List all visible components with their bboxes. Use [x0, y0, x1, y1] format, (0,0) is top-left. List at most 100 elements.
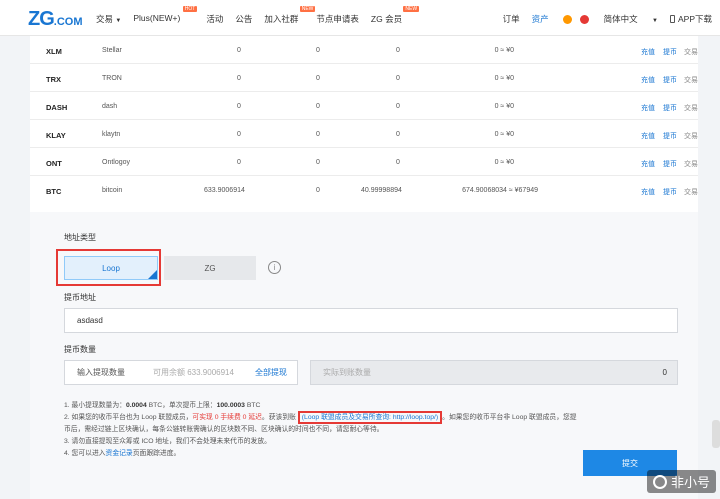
withdraw-link[interactable]: 提币 — [663, 187, 677, 197]
locked-balance: 0 — [396, 103, 400, 110]
orders-link[interactable]: 订单 — [503, 13, 520, 25]
trade-link[interactable]: 交易 — [684, 47, 698, 57]
withdraw-link[interactable]: 提币 — [663, 47, 677, 57]
trade-link[interactable]: 交易 — [684, 187, 698, 197]
note-3: 3. 请勿直接提现至众筹或 ICO 地址，我们不会处理未来代币的发放。 — [64, 438, 271, 445]
app-download-link[interactable]: APP下载 — [678, 13, 712, 25]
coin-symbol: BTC — [46, 187, 62, 196]
note-text: 。获该到账 — [261, 414, 298, 421]
coin-name: klaytn — [102, 131, 121, 138]
fund-records-link[interactable]: 资金记录 — [106, 450, 133, 457]
coin-name: dash — [102, 103, 118, 110]
coin-name: Stellar — [102, 47, 122, 54]
address-input[interactable]: asdasd — [64, 308, 678, 333]
trade-link[interactable]: 交易 — [684, 103, 698, 113]
coin-symbol: DASH — [46, 103, 68, 112]
locked-balance: 0 — [396, 159, 400, 166]
main-nav: 交易 ▼ Plus(NEW+) HOT 活动 公告 加入社群 NEW 节点申请表 Z… — [96, 6, 420, 25]
tab-zg-label: ZG — [204, 263, 216, 273]
address-label: 提币地址 — [64, 293, 96, 302]
nav-membership[interactable]: ZG 会员 NEW — [370, 6, 420, 25]
frozen-balance: 0 — [316, 187, 320, 194]
note-text: 1. 最小提现数量为： — [64, 402, 126, 409]
deposit-link[interactable]: 充值 — [641, 131, 655, 141]
top-navbar: ZG.COM 交易 ▼ Plus(NEW+) HOT 活动 公告 加入社群 NEW … — [0, 0, 720, 36]
withdraw-link[interactable]: 提币 — [663, 103, 677, 113]
nav-activity[interactable]: 活动 — [206, 13, 223, 25]
available-balance: 0 — [237, 131, 241, 138]
table-row: ONT Ontlogoy 0 0 0 0 ≈ ¥0 充值 提币 交易 — [30, 148, 698, 176]
nav-community-label: 加入社群 — [264, 14, 299, 24]
table-row: TRX TRON 0 0 0 0 ≈ ¥0 充值 提币 交易 — [30, 64, 698, 92]
note-2-continued: 币后，需经过链上区块确认，每条公链转账需确认的区块数不同、区块确认的时间也不同，… — [64, 426, 384, 433]
user-nav: 订单 资产 简体中文 ▼ APP下载 — [491, 13, 712, 25]
total-balance: 0 ≈ ¥0 — [494, 103, 514, 110]
amount-input[interactable]: 输入提现数量 可用余额 633.9006914 全部提现 — [64, 360, 298, 385]
amount-placeholder: 输入提现数量 — [77, 368, 125, 377]
trade-link[interactable]: 交易 — [684, 131, 698, 141]
nav-announcement[interactable]: 公告 — [235, 13, 252, 25]
nav-plus-label: Plus(NEW+) — [133, 13, 181, 23]
withdraw-link[interactable]: 提币 — [663, 159, 677, 169]
nav-trade-label: 交易 — [96, 14, 114, 24]
deposit-link[interactable]: 充值 — [641, 103, 655, 113]
max-amount: 100.0003 — [216, 402, 245, 409]
nav-membership-label: ZG 会员 — [370, 14, 403, 24]
coin-name: TRON — [102, 75, 122, 82]
logo-text: ZG — [28, 8, 55, 30]
receive-placeholder: 实际到账数量 — [323, 368, 371, 377]
watermark-text: 非小号 — [670, 475, 710, 490]
loop-member-link[interactable]: (Loop 联盟成员及交易所查询: http://loop.top/) — [297, 411, 443, 424]
zg-logo[interactable]: ZG.COM — [28, 8, 83, 31]
trade-link[interactable]: 交易 — [684, 159, 698, 169]
note-text: 4. 您可以进入 — [64, 450, 106, 457]
note-text: 。如果您的收币平台非 Loop 联盟成员，您提 — [442, 414, 577, 421]
nav-community[interactable]: 加入社群 NEW — [264, 6, 316, 25]
tab-loop[interactable]: Loop — [64, 256, 158, 280]
hot-badge: HOT — [182, 6, 198, 12]
avatar[interactable] — [562, 14, 572, 24]
tab-loop-label: Loop — [102, 263, 120, 273]
phone-icon — [669, 15, 675, 23]
submit-label: 提交 — [622, 458, 638, 468]
withdraw-link[interactable]: 提币 — [663, 131, 677, 141]
nav-node-application[interactable]: 节点申请表 — [316, 13, 359, 25]
total-balance: 0 ≈ ¥0 — [494, 131, 514, 138]
assets-link[interactable]: 资产 — [532, 13, 549, 25]
receive-value: 0 — [662, 368, 667, 377]
note-text: 页面跟踪进度。 — [132, 450, 181, 457]
language-label: 简体中文 — [603, 14, 638, 24]
available-balance: 0 — [237, 103, 241, 110]
chevron-down-icon: ▼ — [652, 18, 658, 24]
watermark-logo-icon — [652, 474, 667, 489]
coin-symbol: KLAY — [46, 131, 66, 140]
withdraw-link[interactable]: 提币 — [663, 75, 677, 85]
trade-link[interactable]: 交易 — [684, 75, 698, 85]
chevron-down-icon: ▼ — [115, 18, 122, 24]
language-selector[interactable]: 简体中文 ▼ — [592, 13, 658, 25]
deposit-link[interactable]: 充值 — [641, 187, 655, 197]
withdraw-all-button[interactable]: 全部提现 — [255, 361, 287, 384]
withdraw-form: 地址类型 Loop ZG i 提币地址 asdasd 提币数量 输入提现数量 可… — [30, 212, 698, 499]
available-balance: 0 — [237, 75, 241, 82]
nav-plus[interactable]: Plus(NEW+) HOT — [133, 6, 198, 25]
deposit-link[interactable]: 充值 — [641, 47, 655, 57]
scrollbar[interactable] — [712, 420, 720, 448]
zero-fee-highlight: 可实现 0 手续费 0 延迟 — [192, 414, 262, 421]
total-balance: 0 ≈ ¥0 — [494, 159, 514, 166]
note-text: BTC，单次提币上限： — [146, 402, 217, 409]
locked-balance: 0 — [396, 75, 400, 82]
watermark: 非小号 — [646, 470, 716, 493]
address-value: asdasd — [77, 316, 103, 325]
note-text: 2. 如果您的收币平台也为 Loop 联盟成员， — [64, 414, 193, 421]
nav-trade[interactable]: 交易 ▼ — [96, 13, 121, 25]
deposit-link[interactable]: 充值 — [641, 159, 655, 169]
deposit-link[interactable]: 充值 — [641, 75, 655, 85]
logo-suffix: .COM — [53, 16, 83, 28]
frozen-balance: 0 — [316, 131, 320, 138]
tab-zg[interactable]: ZG — [164, 256, 256, 280]
info-icon[interactable]: i — [268, 261, 281, 274]
total-balance: 0 ≈ ¥0 — [494, 75, 514, 82]
table-row: KLAY klaytn 0 0 0 0 ≈ ¥0 充值 提币 交易 — [30, 120, 698, 148]
table-row: BTC bitcoin 633.9006914 0 40.99998894 67… — [30, 176, 698, 204]
